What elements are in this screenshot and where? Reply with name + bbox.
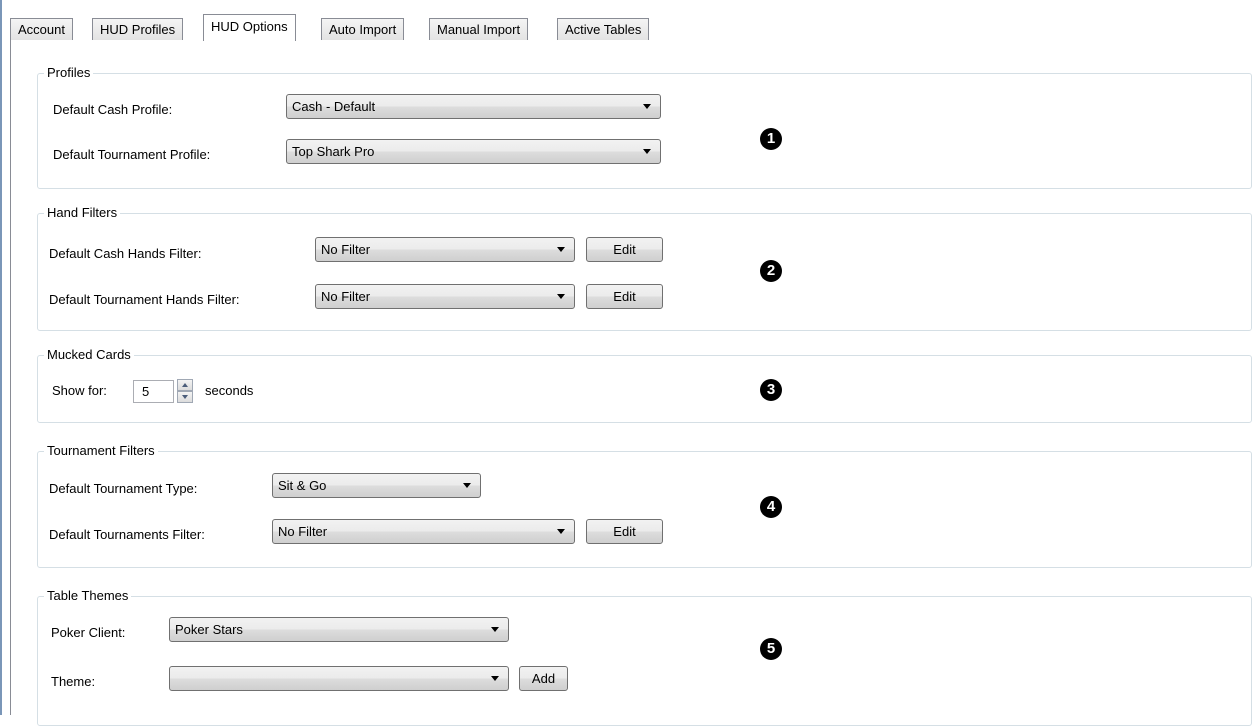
callout-badge-1: 1: [760, 128, 782, 150]
tournament-filters-title: Tournament Filters: [44, 443, 158, 459]
theme-label: Theme:: [51, 674, 96, 689]
default-cash-profile-value: Cash - Default: [292, 99, 376, 114]
spin-down-button[interactable]: [177, 391, 193, 403]
edit-cash-hands-filter-button[interactable]: Edit: [586, 237, 663, 262]
chevron-down-icon: [491, 627, 499, 632]
default-tournament-profile-label: Default Tournament Profile:: [53, 147, 211, 162]
mucked-seconds-input[interactable]: 5: [133, 380, 174, 403]
tab-hud-options[interactable]: HUD Options: [203, 14, 296, 41]
chevron-down-icon: [643, 149, 651, 154]
chevron-down-icon: [557, 294, 565, 299]
tab-hud-profiles[interactable]: HUD Profiles: [92, 18, 184, 40]
default-tournament-profile-value: Top Shark Pro: [292, 144, 375, 159]
chevron-down-icon: [643, 104, 651, 109]
mucked-cards-group: Mucked Cards Show for: 5 seconds 3: [37, 347, 1252, 423]
mucked-cards-title: Mucked Cards: [44, 347, 134, 363]
spin-up-button[interactable]: [177, 379, 193, 391]
callout-badge-2: 2: [760, 260, 782, 282]
profiles-group: Profiles Default Cash Profile: Cash - De…: [37, 65, 1252, 189]
tournament-filters-group: Tournament Filters Default Tournament Ty…: [37, 443, 1252, 568]
chevron-down-icon: [557, 529, 565, 534]
edit-tournament-hands-filter-button[interactable]: Edit: [586, 284, 663, 309]
hud-options-window: Account HUD Profiles HUD Options Auto Im…: [0, 0, 1257, 726]
callout-badge-3: 3: [760, 379, 782, 401]
tab-active-tables[interactable]: Active Tables: [557, 18, 650, 40]
hand-filters-group: Hand Filters Default Cash Hands Filter: …: [37, 205, 1252, 331]
arrow-down-icon: [182, 395, 188, 399]
theme-select[interactable]: [169, 666, 509, 691]
profiles-title: Profiles: [44, 65, 94, 81]
tab-bar: Account HUD Profiles HUD Options Auto Im…: [10, 14, 1257, 41]
hud-options-panel: Profiles Default Cash Profile: Cash - De…: [10, 40, 1257, 726]
tab-auto-import[interactable]: Auto Import: [321, 18, 405, 40]
poker-client-value: Poker Stars: [175, 622, 243, 637]
default-tournament-hands-filter-select[interactable]: No Filter: [315, 284, 575, 309]
seconds-label: seconds: [205, 383, 254, 398]
callout-badge-5: 5: [760, 638, 782, 660]
tab-account[interactable]: Account: [10, 18, 73, 40]
default-cash-hands-filter-value: No Filter: [321, 242, 371, 257]
chevron-down-icon: [491, 676, 499, 681]
poker-client-label: Poker Client:: [51, 625, 126, 640]
chevron-down-icon: [463, 483, 471, 488]
default-tournament-type-select[interactable]: Sit & Go: [272, 473, 481, 498]
default-tournament-type-label: Default Tournament Type:: [49, 481, 198, 496]
hand-filters-title: Hand Filters: [44, 205, 121, 221]
edit-tournaments-filter-button[interactable]: Edit: [586, 519, 663, 544]
default-tournament-profile-select[interactable]: Top Shark Pro: [286, 139, 661, 164]
default-tournaments-filter-value: No Filter: [278, 524, 328, 539]
default-cash-profile-label: Default Cash Profile:: [53, 102, 173, 117]
callout-badge-4: 4: [760, 496, 782, 518]
default-cash-profile-select[interactable]: Cash - Default: [286, 94, 661, 119]
arrow-up-icon: [182, 383, 188, 387]
poker-client-select[interactable]: Poker Stars: [169, 617, 509, 642]
table-themes-title: Table Themes: [44, 588, 132, 604]
default-cash-hands-filter-select[interactable]: No Filter: [315, 237, 575, 262]
chevron-down-icon: [557, 247, 565, 252]
default-tournaments-filter-label: Default Tournaments Filter:: [49, 527, 205, 542]
tab-manual-import[interactable]: Manual Import: [429, 18, 529, 40]
show-for-label: Show for:: [52, 383, 107, 398]
default-cash-hands-filter-label: Default Cash Hands Filter:: [49, 246, 202, 261]
default-tournament-type-value: Sit & Go: [278, 478, 327, 493]
add-theme-button[interactable]: Add: [519, 666, 568, 691]
default-tournament-hands-filter-label: Default Tournament Hands Filter:: [49, 292, 240, 307]
table-themes-group: Table Themes Poker Client: Poker Stars T…: [37, 588, 1252, 726]
default-tournament-hands-filter-value: No Filter: [321, 289, 371, 304]
default-tournaments-filter-select[interactable]: No Filter: [272, 519, 575, 544]
